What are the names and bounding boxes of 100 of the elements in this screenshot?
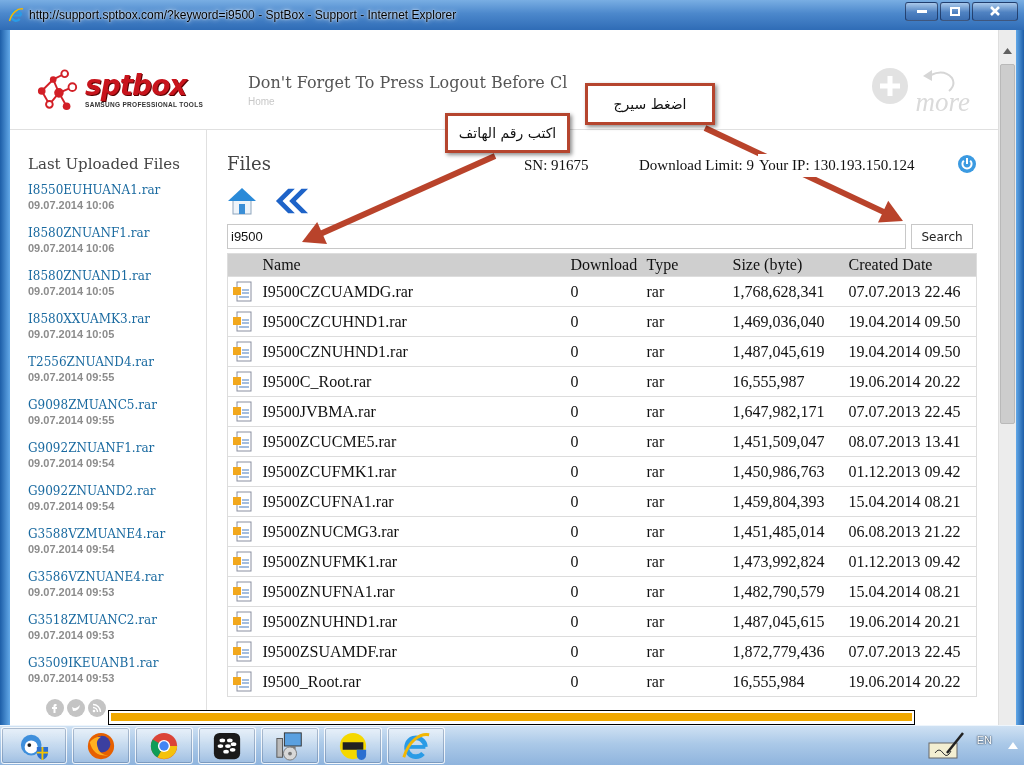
taskbar-button[interactable] — [198, 727, 256, 764]
scrollbar[interactable] — [998, 30, 1016, 725]
file-link[interactable]: I9500CZCUAMDG.rar — [262, 282, 414, 300]
file-date: 09.07.2014 09:54 — [28, 456, 115, 471]
file-link[interactable]: I9500_Root.rar — [262, 672, 361, 690]
double-chevron-icon[interactable] — [275, 187, 309, 215]
page-title: Files — [227, 152, 272, 176]
table-cell: 01.12.2013 09.42 — [843, 456, 977, 487]
file-link[interactable]: I9500JVBMA.rar — [262, 402, 376, 420]
minimize-icon — [916, 9, 927, 13]
table-cell: 0 — [565, 396, 642, 427]
table-cell: 0 — [565, 336, 642, 367]
file-link[interactable]: I9500ZCUFNA1.rar — [262, 492, 394, 510]
file-link[interactable]: I8580ZNUAND1.rar — [28, 268, 151, 284]
file-date: 09.07.2014 10:05 — [28, 284, 115, 299]
file-link[interactable]: I9500ZSUAMDF.rar — [262, 642, 397, 660]
file-link[interactable]: I9500ZNUCMG3.rar — [262, 522, 399, 540]
table-cell: 1,647,982,171 — [727, 396, 844, 427]
window-title: http://support.sptbox.com/?keyword=i9500 - SptBox - Support - Internet Explorer — [29, 7, 457, 24]
table-cell: 19.06.2014 20.22 — [843, 666, 977, 697]
column-header: Type — [641, 253, 728, 277]
minimize-button[interactable] — [905, 1, 938, 21]
file-link[interactable]: G9092ZNUANF1.rar — [28, 440, 155, 456]
file-link[interactable]: I9500CZCUHND1.rar — [262, 312, 407, 330]
table-cell: 0 — [565, 366, 642, 397]
column-header: Created Date — [843, 253, 977, 277]
table-cell: 0 — [565, 666, 642, 697]
file-date: 09.07.2014 09:53 — [28, 628, 115, 643]
table-cell: rar — [641, 606, 728, 637]
taskbar-button[interactable] — [324, 727, 382, 764]
table-cell: 0 — [565, 276, 642, 307]
file-date: 09.07.2014 09:53 — [28, 671, 115, 686]
file-link[interactable]: G3586VZNUANE4.rar — [28, 569, 164, 585]
table-cell: 0 — [565, 426, 642, 457]
home-icon[interactable] — [227, 186, 257, 216]
search-field[interactable]: i9500 — [227, 224, 906, 249]
table-cell: rar — [641, 396, 728, 427]
app-icon — [338, 730, 368, 761]
table-cell: 07.07.2013 22.45 — [843, 396, 977, 427]
column-header: Name — [257, 253, 566, 277]
table-cell: 0 — [565, 606, 642, 637]
file-icon — [232, 491, 252, 512]
file-link[interactable]: G3518ZMUANC2.rar — [28, 612, 157, 628]
table-cell: 0 — [565, 486, 642, 517]
file-icon — [232, 281, 252, 302]
table-cell: rar — [641, 546, 728, 577]
table-cell: 15.04.2014 08.21 — [843, 486, 977, 517]
file-link[interactable]: I9500ZNUFMK1.rar — [262, 552, 398, 570]
file-link[interactable]: I9500ZCUFMK1.rar — [262, 462, 397, 480]
file-link[interactable]: I9500ZCUCME5.rar — [262, 432, 397, 450]
table-cell: 07.07.2013 22.45 — [843, 636, 977, 667]
serial-number: SN: 91675 — [524, 156, 590, 175]
file-link[interactable]: I8580ZNUANF1.rar — [28, 225, 150, 241]
file-link[interactable]: G3509IKEUANB1.rar — [28, 655, 159, 671]
file-link[interactable]: G9092ZNUAND2.rar — [28, 483, 156, 499]
file-link[interactable]: I8550EUHUANA1.rar — [28, 182, 161, 198]
table-cell: 0 — [565, 456, 642, 487]
file-icon — [232, 671, 252, 692]
taskbar-button[interactable] — [261, 727, 319, 764]
table-cell: rar — [641, 666, 728, 697]
file-icon — [232, 611, 252, 632]
table-cell: 06.08.2013 21.22 — [843, 516, 977, 547]
table-cell: rar — [641, 486, 728, 517]
column-header: Download — [565, 253, 642, 277]
file-date: 09.07.2014 09:53 — [28, 585, 115, 600]
table-cell: 1,451,509,047 — [727, 426, 844, 457]
close-button[interactable] — [972, 1, 1018, 21]
file-link[interactable]: I8580XXUAMK3.rar — [28, 311, 151, 327]
search-button[interactable]: Search — [911, 224, 973, 249]
pen-icon[interactable] — [926, 730, 965, 761]
browser-icon — [86, 730, 116, 761]
table-cell: 1,872,779,436 — [727, 636, 844, 667]
file-link[interactable]: I9500ZNUFNA1.rar — [262, 582, 395, 600]
file-link[interactable]: G3588VZMUANE4.rar — [28, 526, 166, 542]
scroll-thumb[interactable] — [1000, 64, 1015, 424]
taskbar-button[interactable] — [72, 727, 130, 764]
maximize-button[interactable] — [940, 1, 970, 21]
file-icon — [232, 311, 252, 332]
file-link[interactable]: I9500ZNUHND1.rar — [262, 612, 398, 630]
table-cell: 1,473,992,824 — [727, 546, 844, 577]
table-cell: 19.04.2014 09.50 — [843, 306, 977, 337]
computer-icon — [275, 730, 305, 761]
file-link[interactable]: T2556ZNUAND4.rar — [28, 354, 154, 370]
scroll-up-icon[interactable] — [1003, 48, 1012, 54]
table-cell: 07.07.2013 22.46 — [843, 276, 977, 307]
sidebar-title: Last Uploaded Files — [28, 154, 181, 174]
power-icon[interactable] — [958, 155, 976, 173]
file-date: 09.07.2014 09:55 — [28, 370, 115, 385]
table-cell: rar — [641, 636, 728, 667]
table-cell: rar — [641, 336, 728, 367]
table-cell: 0 — [565, 516, 642, 547]
file-link[interactable]: I9500C_Root.rar — [262, 372, 372, 390]
file-link[interactable]: G9098ZMUANC5.rar — [28, 397, 157, 413]
table-cell: rar — [641, 426, 728, 457]
logo-text: sptbox — [85, 71, 188, 101]
download-limit: Download Limit: 9 — [639, 156, 754, 175]
file-link[interactable]: I9500CZNUHND1.rar — [262, 342, 408, 360]
table-cell: 0 — [565, 306, 642, 337]
file-icon — [232, 581, 252, 602]
ip-address: Your IP: 130.193.150.124 — [758, 154, 916, 177]
